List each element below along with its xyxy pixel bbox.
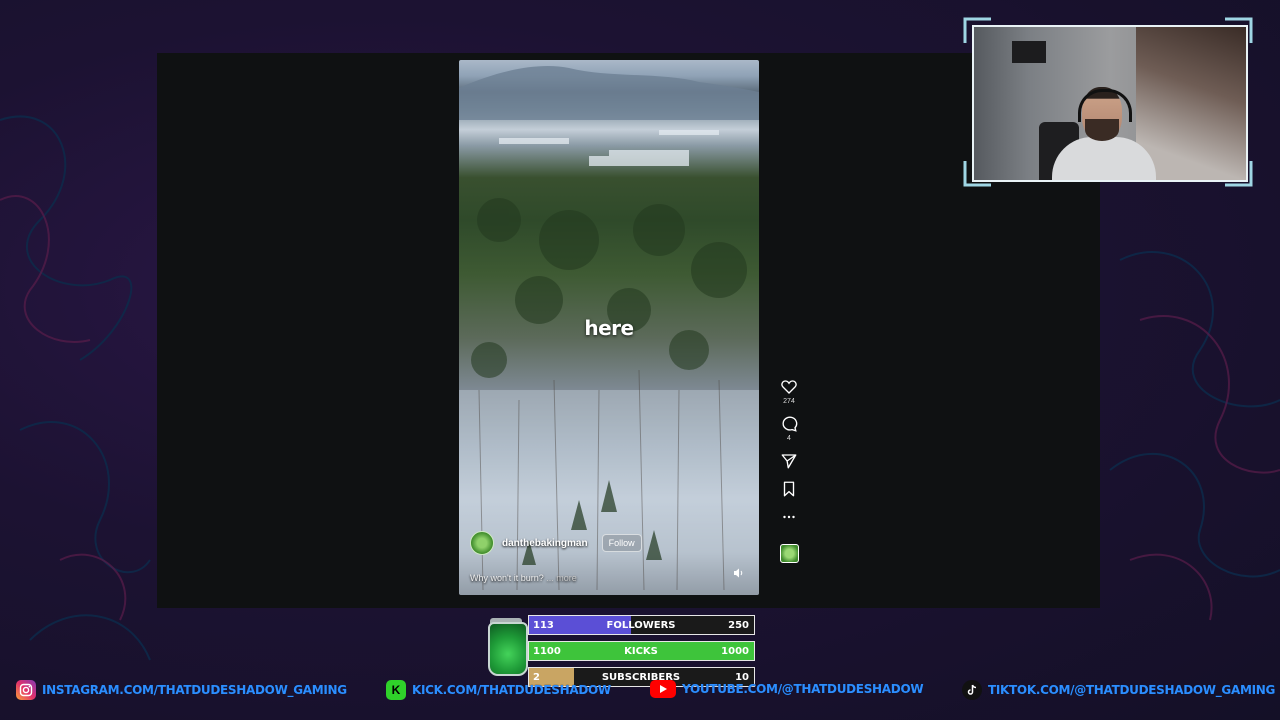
kicks-goal: 1000	[721, 645, 749, 657]
followers-current: 113	[533, 619, 554, 631]
instagram-icon	[16, 680, 36, 700]
author-name[interactable]: danthebakingman	[502, 538, 588, 549]
kicks-label: KICKS	[624, 645, 658, 657]
like-action[interactable]: 274	[780, 378, 798, 405]
kick-link[interactable]: K KICK.COM/THATDUDESHADOW	[386, 680, 611, 700]
heart-icon	[781, 380, 797, 394]
like-count: 274	[783, 398, 795, 405]
kick-jar-icon	[488, 622, 528, 676]
followers-goal: 250	[728, 619, 749, 631]
video-description: Why won't it burn? ... more	[470, 573, 577, 583]
followers-goal-bar: 113 FOLLOWERS 250	[528, 615, 755, 635]
wall-shadow	[1136, 27, 1246, 180]
description-text: Why won't it burn?	[470, 573, 544, 583]
follow-button[interactable]: Follow	[601, 534, 642, 552]
more-link[interactable]: ... more	[546, 573, 577, 583]
instagram-url: INSTAGRAM.COM/THATDUDESHADOW_GAMING	[42, 683, 347, 697]
author-avatar[interactable]	[470, 531, 494, 555]
bookmark-icon	[783, 481, 795, 497]
reel-video[interactable]: here danthebakingman Follow Why won't it…	[459, 60, 759, 595]
audio-thumbnail[interactable]	[779, 544, 799, 563]
social-links-bar: INSTAGRAM.COM/THATDUDESHADOW_GAMING K KI…	[0, 680, 1280, 702]
comment-icon	[782, 416, 798, 432]
tiktok-url: TIKTOK.COM/@THATDUDESHADOW_GAMING	[988, 683, 1276, 697]
headset-icon	[1078, 89, 1132, 122]
save-action[interactable]	[780, 480, 798, 498]
volume-icon[interactable]	[733, 567, 745, 579]
more-action[interactable]	[780, 508, 798, 526]
video-caption: here	[584, 316, 634, 340]
kick-icon: K	[386, 680, 406, 700]
kicks-current: 1100	[533, 645, 561, 657]
send-icon	[781, 454, 797, 469]
followers-label: FOLLOWERS	[606, 619, 676, 631]
instagram-link[interactable]: INSTAGRAM.COM/THATDUDESHADOW_GAMING	[16, 680, 347, 700]
more-icon	[783, 515, 795, 519]
youtube-link[interactable]: YOUTUBE.COM/@THATDUDESHADOW	[650, 680, 924, 698]
youtube-url: YOUTUBE.COM/@THATDUDESHADOW	[682, 682, 924, 696]
tiktok-icon	[962, 680, 982, 700]
youtube-icon	[650, 680, 676, 698]
comment-action[interactable]: 4	[780, 415, 798, 442]
wall-picture	[1012, 41, 1046, 63]
share-action[interactable]	[780, 452, 798, 470]
kicks-goal-bar: 1100 KICKS 1000	[528, 641, 755, 661]
action-rail: 274 4	[775, 378, 803, 563]
comment-count: 4	[787, 435, 791, 442]
streamer-beard	[1085, 119, 1119, 141]
kick-url: KICK.COM/THATDUDESHADOW	[412, 683, 611, 697]
tiktok-link[interactable]: TIKTOK.COM/@THATDUDESHADOW_GAMING	[962, 680, 1275, 700]
webcam-feed	[972, 25, 1248, 182]
author-row: danthebakingman Follow	[470, 531, 642, 555]
